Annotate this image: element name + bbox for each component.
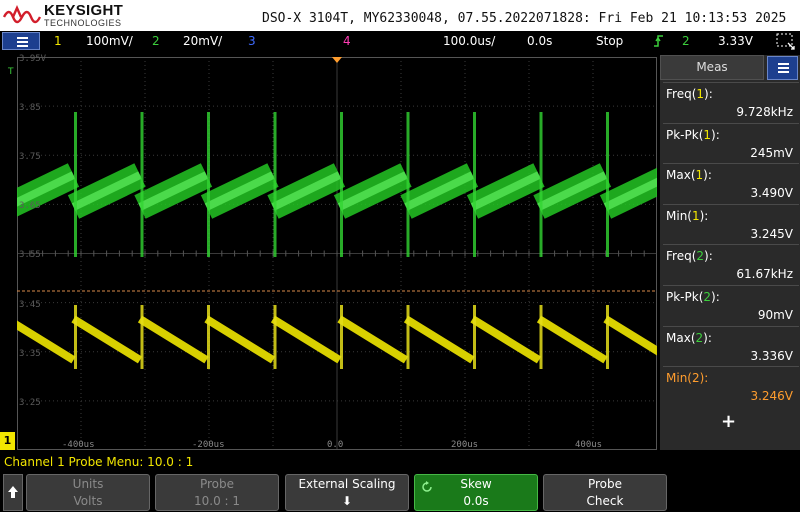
instrument-info: DSO-X 3104T, MY62330048, 07.55.202207182… xyxy=(262,11,787,26)
rotate-knob-icon xyxy=(422,481,432,492)
y-axis-label: 3.25 xyxy=(19,397,41,408)
y-axis-label: 3.45 xyxy=(19,299,41,310)
measurement-row[interactable]: Freq(1): 9.728kHz xyxy=(663,82,799,122)
trigger-marker: T xyxy=(8,67,14,77)
softkey-bar: Units Volts Probe 10.0 : 1 External Scal… xyxy=(0,473,800,512)
measurement-row[interactable]: Min(2): 3.246V xyxy=(663,366,799,406)
trigger-edge-icon xyxy=(654,35,663,47)
skew-softkey[interactable]: Skew 0.0s xyxy=(414,474,538,511)
measurement-label: Max(2): xyxy=(666,330,712,345)
measurement-value: 9.728kHz xyxy=(736,105,793,119)
measurement-value: 3.245V xyxy=(750,226,793,241)
measurement-channel: 1 xyxy=(696,87,705,101)
keysight-wave-icon xyxy=(3,5,41,24)
measurement-channel: 1 xyxy=(703,127,712,142)
y-axis-label: 3.95V xyxy=(19,54,47,64)
graticule-grid xyxy=(17,57,657,450)
measurement-channel: 1 xyxy=(695,168,704,183)
measurement-value: 3.490V xyxy=(750,186,793,201)
y-axis-label: 3.55 xyxy=(19,250,41,261)
add-measurement-button[interactable]: + xyxy=(721,411,736,432)
measurement-row[interactable]: Pk-Pk(2): 90mV xyxy=(663,285,799,325)
measurement-value: 61.67kHz xyxy=(736,267,793,282)
probe-softkey[interactable]: Probe 10.0 : 1 xyxy=(155,474,279,511)
skew-label: Skew xyxy=(460,477,492,491)
brand-subtitle: TECHNOLOGIES xyxy=(44,18,122,28)
units-softkey[interactable]: Units Volts xyxy=(26,474,150,511)
title-bar: KEYSIGHT TECHNOLOGIES DSO-X 3104T, MY623… xyxy=(0,0,800,31)
probe-check-softkey[interactable]: Probe Check xyxy=(543,474,667,511)
main-menu-button[interactable] xyxy=(2,32,40,50)
measurement-value: 3.336V xyxy=(750,348,793,363)
external-scaling-label: External Scaling xyxy=(298,477,396,491)
x-axis-label: 200us xyxy=(451,440,479,450)
x-axis-label: -400us xyxy=(62,440,95,450)
measurement-label: Freq(2): xyxy=(666,249,713,264)
y-axis-label: 3.75 xyxy=(19,152,41,163)
ch3-indicator[interactable]: 3 xyxy=(248,34,256,48)
units-softkey-label: Units xyxy=(72,477,104,491)
measurement-label: Max(1): xyxy=(666,168,712,183)
measurement-row[interactable]: Min(1): 3.245V xyxy=(663,203,799,244)
x-axis-label: -200us xyxy=(192,440,225,450)
measurement-channel: 2 xyxy=(695,330,704,345)
waveform-display[interactable] xyxy=(17,57,657,450)
probe-menu-title: Channel 1 Probe Menu: 10.0 : 1 xyxy=(4,455,194,469)
measurement-label: Freq(1): xyxy=(666,87,713,101)
ch2-scale[interactable]: 20mV/ xyxy=(183,34,222,48)
probe-softkey-label: Probe xyxy=(199,477,235,491)
x-axis-label: 400us xyxy=(575,440,603,450)
trigger-source[interactable]: 2 xyxy=(682,34,690,48)
timebase-delay[interactable]: 0.0s xyxy=(527,34,552,48)
ch1-scale[interactable]: 100mV/ xyxy=(86,34,133,48)
measurement-channel: 1 xyxy=(691,208,700,223)
y-axis-label: 3.65 xyxy=(19,201,41,212)
measurement-channel: 2 xyxy=(696,249,705,264)
x-axis-label: 0.0 xyxy=(327,440,344,450)
meas-tab[interactable]: Meas xyxy=(660,55,764,80)
y-axis-label: 3.85 xyxy=(19,103,41,114)
timebase-scale[interactable]: 100.0us/ xyxy=(443,34,495,48)
measurement-value: 90mV xyxy=(757,308,793,322)
down-arrow-icon: ⬇ xyxy=(341,494,353,508)
trigger-position-marker xyxy=(332,57,342,63)
units-softkey-value: Volts xyxy=(73,494,103,508)
keysight-logo: KEYSIGHT TECHNOLOGIES xyxy=(3,2,133,29)
measurement-row[interactable]: Freq(2): 61.67kHz xyxy=(663,244,799,284)
measurement-label: Pk-Pk(1): xyxy=(666,127,720,142)
ch1-indicator[interactable]: 1 xyxy=(54,34,62,48)
trigger-level[interactable]: 3.33V xyxy=(718,34,753,48)
skew-value: 0.0s xyxy=(463,494,489,508)
zoom-select-icon[interactable] xyxy=(776,33,796,50)
status-bar: 1 100mV/ 2 20mV/ 3 4 100.0us/ 0.0s Stop … xyxy=(0,31,800,52)
measurement-row[interactable]: Pk-Pk(1): 245mV xyxy=(663,122,799,163)
probe-softkey-value: 10.0 : 1 xyxy=(193,494,241,508)
meas-menu-button[interactable] xyxy=(767,56,798,80)
measurement-label: Min(2): xyxy=(666,371,709,386)
external-scaling-softkey[interactable]: External Scaling ⬇ xyxy=(285,474,409,511)
measurement-label: Pk-Pk(2): xyxy=(666,290,720,304)
back-button[interactable] xyxy=(3,474,23,511)
ch2-indicator[interactable]: 2 xyxy=(152,34,160,48)
measurement-value: 3.246V xyxy=(750,389,793,404)
up-arrow-icon xyxy=(8,486,18,498)
ch4-indicator[interactable]: 4 xyxy=(343,34,351,48)
y-axis-label: 3.35 xyxy=(19,348,41,359)
probe-check-label-2: Check xyxy=(586,494,624,508)
probe-check-label: Probe xyxy=(587,477,623,491)
measurement-row[interactable]: Max(1): 3.490V xyxy=(663,163,799,203)
measurement-channel: 2 xyxy=(691,371,700,386)
run-state[interactable]: Stop xyxy=(596,34,623,48)
measurement-channel: 2 xyxy=(703,290,712,304)
channel1-ground-marker[interactable]: 1 xyxy=(0,432,15,450)
measurement-label: Min(1): xyxy=(666,208,709,223)
measurement-value: 245mV xyxy=(750,145,793,160)
brand-name: KEYSIGHT xyxy=(44,2,124,19)
measurement-row[interactable]: Max(2): 3.336V xyxy=(663,325,799,366)
measurements-panel: Meas Freq(1): 9.728kHz Pk-Pk(1): 245mV Max(1… xyxy=(660,55,800,450)
